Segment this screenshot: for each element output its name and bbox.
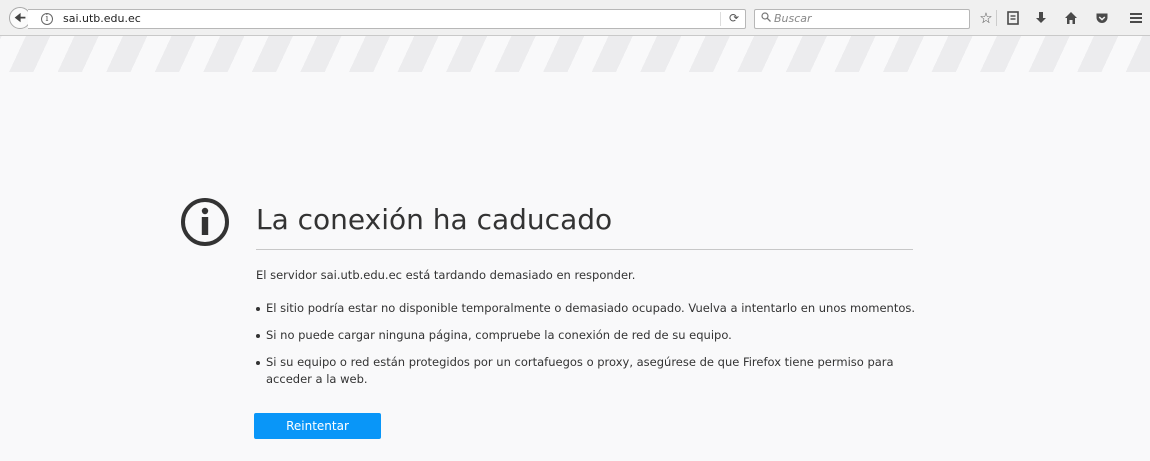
reading-list-icon[interactable] [1003,8,1023,28]
url-text: sai.utb.edu.ec [63,12,141,25]
warning-stripes [0,36,1150,72]
retry-button[interactable]: Reintentar [254,413,381,439]
suggestion-list: El sitio podría estar no disponible temp… [256,300,916,398]
back-arrow-icon: 🠈 [13,10,27,26]
url-divider [720,12,721,26]
reload-icon[interactable]: ⟳ [729,11,739,25]
list-item: El sitio podría estar no disponible temp… [256,300,916,317]
bookmark-star-icon[interactable]: ☆ [976,8,996,28]
url-bar[interactable]: i sai.utb.edu.ec ⟳ [28,9,746,29]
toolbar-divider [996,10,997,26]
title-divider [256,249,913,250]
error-description: El servidor sai.utb.edu.ec está tardando… [256,268,636,282]
download-icon[interactable] [1031,8,1051,28]
info-circle-icon [181,198,229,246]
pocket-icon[interactable] [1092,8,1112,28]
list-item: Si no puede cargar ninguna página, compr… [256,327,916,344]
search-icon [761,12,771,22]
list-item: Si su equipo o red están protegidos por … [256,354,916,388]
browser-toolbar: 🠈 i sai.utb.edu.ec ⟳ Buscar ☆ [0,0,1150,36]
info-icon[interactable]: i [41,13,53,25]
search-placeholder: Buscar [774,12,812,25]
home-icon[interactable] [1061,8,1081,28]
menu-icon[interactable] [1126,8,1146,28]
search-input[interactable]: Buscar [754,9,970,29]
page-title: La conexión ha caducado [256,203,613,236]
